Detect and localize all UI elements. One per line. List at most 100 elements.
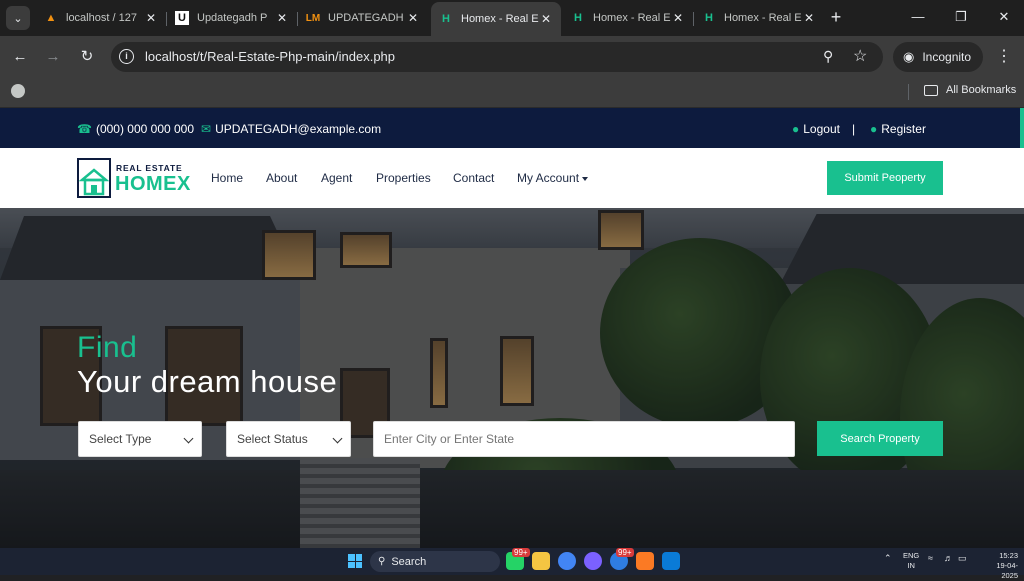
homex-icon: H	[705, 12, 713, 24]
tray-chevron-up-icon[interactable]: ⌃	[884, 553, 892, 564]
homex-logo[interactable]: REAL ESTATE HOMEX	[77, 156, 191, 200]
minimize-icon[interactable]: —	[908, 9, 928, 24]
register-label: Register	[881, 122, 926, 136]
caret-down-icon	[582, 176, 589, 181]
tab-title: Updategadh P	[197, 12, 268, 24]
address-bar[interactable]: i localhost/t/Real-Estate-Php-main/index…	[111, 42, 883, 72]
tab-close-icon[interactable]: ✕	[671, 11, 685, 25]
register-link[interactable]: ● Register	[870, 122, 926, 136]
file-explorer-icon[interactable]	[532, 552, 550, 570]
select-status-value: Select Status	[237, 432, 308, 446]
browser-tab-4-active[interactable]: H Homex - Real E ✕	[431, 2, 561, 36]
hero-find-text: Find	[77, 331, 138, 364]
whatsapp-icon[interactable]: 99+	[506, 548, 530, 570]
restore-icon[interactable]: ❐	[951, 9, 971, 25]
tab-close-icon[interactable]: ✕	[275, 11, 289, 25]
xampp-icon[interactable]	[636, 552, 654, 570]
nav-contact[interactable]: Contact	[453, 171, 494, 185]
back-arrow-icon[interactable]: ←	[10, 47, 30, 67]
tab-close-icon[interactable]: ✕	[406, 11, 420, 25]
tab-title: Homex - Real E	[724, 12, 802, 24]
nav-about[interactable]: About	[266, 171, 297, 185]
search-property-button[interactable]: Search Property	[817, 421, 943, 456]
nav-home[interactable]: Home	[211, 171, 243, 185]
volume-icon[interactable]: ♬	[944, 553, 953, 563]
globe-icon[interactable]	[11, 84, 25, 98]
browser-toolbar: ← → ↻ i localhost/t/Real-Estate-Php-main…	[0, 36, 1024, 78]
tab-title: Homex - Real E	[593, 12, 671, 24]
select-type-dropdown[interactable]: Select Type	[78, 421, 202, 457]
all-bookmarks-label: All Bookmarks	[946, 84, 1017, 96]
lang-line-2: IN	[907, 561, 915, 570]
tab-close-icon[interactable]: ✕	[539, 12, 553, 26]
tab-title: Homex - Real E	[461, 13, 539, 25]
submit-property-button[interactable]: Submit Peoperty	[827, 161, 943, 195]
system-clock[interactable]: 15:23 19-04-2025	[982, 551, 1018, 581]
incognito-indicator[interactable]: ◉ Incognito	[893, 42, 983, 72]
tab-search-dropdown-icon[interactable]: ⌄	[6, 6, 30, 30]
bookmarks-bar: All Bookmarks	[0, 78, 1024, 108]
email-address: UPDATEGADH@example.com	[215, 122, 382, 136]
contact-topbar: ☎ (000) 000 000 000 ✉ UPDATEGADH@example…	[0, 108, 1024, 152]
browser-menu-icon[interactable]: ⋮	[996, 47, 1012, 67]
nav-agent[interactable]: Agent	[321, 171, 352, 185]
nav-my-account-label: My Account	[517, 171, 580, 185]
select-status-dropdown[interactable]: Select Status	[226, 421, 351, 457]
wifi-icon[interactable]: ≈	[928, 553, 933, 563]
phpmyadmin-icon: ▲	[45, 12, 57, 24]
browser-tab-2[interactable]: U Updategadh P ✕	[167, 4, 297, 32]
notification-badge: 99+	[616, 548, 634, 557]
battery-icon[interactable]: ▭	[958, 553, 967, 564]
reload-icon[interactable]: ↻	[77, 47, 97, 67]
clock-time: 15:23	[999, 551, 1018, 560]
homex-icon: H	[574, 12, 582, 24]
tab-close-icon[interactable]: ✕	[144, 11, 158, 25]
envelope-icon: ✉	[201, 122, 212, 136]
logout-label: Logout	[803, 122, 840, 136]
browser-app-icon[interactable]: 99+	[610, 548, 634, 570]
folder-icon	[924, 84, 938, 96]
all-bookmarks-button[interactable]: All Bookmarks	[924, 84, 1016, 96]
tab-close-icon[interactable]: ✕	[802, 11, 816, 25]
user-icon: ●	[870, 122, 878, 136]
house-logo-icon	[77, 158, 111, 198]
browser-tab-1[interactable]: ▲ localhost / 127 ✕	[36, 4, 166, 32]
browser-tab-6[interactable]: H Homex - Real E ✕	[694, 4, 824, 32]
page-scrollbar[interactable]	[1020, 108, 1024, 152]
url-text[interactable]: localhost/t/Real-Estate-Php-main/index.p…	[145, 49, 395, 64]
browser-tab-3[interactable]: LM UPDATEGADH ✕	[298, 4, 428, 32]
select-type-value: Select Type	[89, 432, 152, 446]
site-info-icon[interactable]: i	[119, 49, 134, 64]
lang-line-1: ENG	[903, 551, 920, 560]
vscode-icon[interactable]	[662, 552, 680, 570]
logo-wordmark: HOMEX	[115, 173, 191, 195]
phone-number: (000) 000 000 000	[95, 122, 195, 136]
zoom-magnifier-icon[interactable]: ⚲	[823, 48, 833, 65]
chevron-down-icon	[183, 433, 194, 444]
nav-properties[interactable]: Properties	[376, 171, 431, 185]
bookmark-star-icon[interactable]: ☆	[853, 46, 867, 66]
chrome-icon[interactable]	[558, 552, 576, 570]
new-tab-plus-icon[interactable]: +	[826, 8, 846, 26]
language-indicator[interactable]: ENG IN	[903, 551, 919, 571]
windows-start-icon[interactable]	[348, 554, 362, 568]
clock-date: 19-04-2025	[996, 561, 1018, 580]
nav-my-account-dropdown[interactable]: My Account	[517, 171, 589, 185]
window-close-icon[interactable]: ✕	[994, 9, 1014, 25]
lm-icon: LM	[305, 12, 321, 24]
phone-icon: ☎	[77, 122, 92, 136]
website-viewport: ☎ (000) 000 000 000 ✉ UPDATEGADH@example…	[0, 108, 1024, 548]
incognito-icon: ◉	[903, 49, 915, 64]
chevron-down-icon	[332, 433, 343, 444]
forward-arrow-icon[interactable]: →	[43, 47, 63, 67]
taskbar-search-label: Search	[391, 555, 427, 568]
browser-tab-5[interactable]: H Homex - Real E ✕	[563, 4, 693, 32]
logout-link[interactable]: ● Logout	[792, 122, 840, 136]
taskbar-search[interactable]: ⚲ Search	[370, 551, 500, 572]
email-contact: ✉ UPDATEGADH@example.com	[201, 122, 381, 136]
updategadh-icon: U	[175, 11, 189, 25]
chrome-beta-icon[interactable]	[584, 552, 602, 570]
hero-banner: Find Your dream house Select Type Select…	[0, 208, 1024, 548]
user-icon: ●	[792, 122, 800, 136]
city-state-search-input[interactable]	[373, 421, 795, 457]
